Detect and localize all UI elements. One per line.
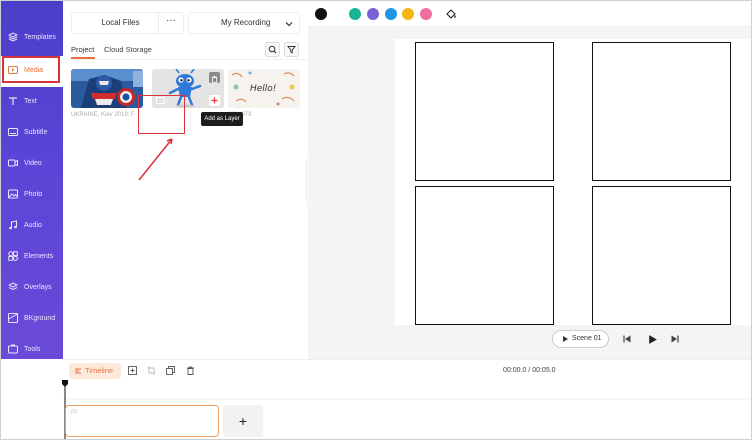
ruler-ticks [63,398,751,400]
color-swatch-teal[interactable] [349,8,361,20]
media-panel: Local Files ··· My Recording Project Clo… [63,1,308,359]
sidebar-item-video[interactable]: Video [1,149,63,180]
tools-icon [8,344,18,354]
play-small-icon [563,336,568,342]
elements-icon [8,251,18,261]
tab-cloud-storage[interactable]: Cloud Storage [104,45,152,54]
color-swatch-yellow[interactable] [402,8,414,20]
background-icon [8,313,18,323]
sidebar-item-templates[interactable]: Templates [1,23,63,54]
subtitle-icon [8,128,18,136]
sidebar-item-background[interactable]: BKground [1,304,63,335]
color-swatch-white[interactable] [332,8,344,20]
more-options-button[interactable]: ··· [158,12,184,34]
clip-label: (0) [71,409,78,415]
sidebar-item-label: Photo [24,191,43,198]
media-thumbnail-1[interactable] [71,69,143,108]
skip-back-icon[interactable] [622,334,632,344]
filter-icon [287,46,296,54]
search-button[interactable] [265,42,280,57]
comic-canvas[interactable] [395,39,751,325]
skip-forward-icon[interactable] [670,334,680,344]
comic-panel-3[interactable] [415,186,554,325]
color-swatch-purple[interactable] [367,8,379,20]
video-icon [8,159,18,167]
comic-panel-2[interactable] [592,42,731,181]
sidebar-item-photo[interactable]: Photo [1,180,63,211]
sidebar-item-subtitle[interactable]: Subtitle [1,118,63,149]
sidebar-item-label: Video [24,160,42,167]
timeline-label: Timeline [85,366,114,375]
superhero-image [71,69,143,108]
crop-icon[interactable] [147,366,156,375]
media-thumbnail-3[interactable]: Hello! [228,69,300,108]
media-icon [8,66,18,74]
sidebar-item-label: Overlays [24,284,52,291]
audio-icon [9,220,17,230]
sidebar-item-media[interactable]: Media [1,56,63,87]
sidebar-item-label: Elements [24,253,54,260]
comic-panel-4[interactable] [592,186,731,325]
scene-selector-button[interactable]: Scene 01 [552,330,609,348]
fill-bucket-icon[interactable] [445,8,457,20]
timecode: 00:00.0 / 00:05.0 [503,367,556,374]
timeline-ruler[interactable] [63,381,751,401]
timeline-clip[interactable]: (0) [65,405,219,437]
timeline-toolbar: Timeline 00:00.0 / 00:05.0 [63,359,751,381]
add-media-button[interactable] [209,95,220,106]
sidebar-item-text[interactable]: Text [1,87,63,118]
plus-icon [211,97,218,104]
timeline-left-gutter [1,359,63,439]
text-icon [9,97,17,105]
color-toolbar [308,1,751,27]
search-icon [268,45,277,54]
svg-text:Hello!: Hello! [250,84,276,94]
my-recording-dropdown[interactable]: My Recording [188,12,300,34]
copy-icon[interactable] [166,366,175,375]
overlays-icon [8,282,18,291]
sidebar-item-label: Subtitle [24,129,48,136]
play-icon[interactable] [647,334,658,345]
hello-doodle-image: Hello! [228,69,300,108]
tooltip-highlight-box [138,95,185,134]
timeline-toggle-button[interactable]: Timeline [69,363,121,379]
add-as-layer-tooltip: Add as Layer [201,112,243,126]
sidebar-item-label: Text [24,98,37,105]
trash-icon [211,76,218,83]
split-icon[interactable] [128,366,137,375]
scene-label: Scene 01 [572,335,602,342]
tab-divider [63,59,308,60]
timeline-icon [75,368,81,374]
tab-project[interactable]: Project [71,45,94,54]
sidebar-item-overlays[interactable]: Overlays [1,273,63,304]
filter-button[interactable] [284,42,299,57]
canvas-area: Scene 01 [308,1,751,359]
left-sidebar: Templates Media Text Subtitle Video Phot… [1,1,63,359]
sidebar-item-label: Audio [24,222,42,229]
color-swatch-black[interactable] [315,8,327,20]
chevron-down-icon [285,22,293,27]
annotation-arrow [138,138,173,181]
color-swatch-pink[interactable] [420,8,432,20]
comic-panel-1[interactable] [415,42,554,181]
photo-icon [8,189,18,199]
media-caption-1: UKRAINE, Kiev 2019: F [71,112,135,118]
templates-icon [8,32,18,42]
sidebar-item-audio[interactable]: Audio [1,211,63,242]
delete-media-button[interactable] [209,72,220,83]
local-files-button[interactable]: Local Files [71,12,170,34]
sidebar-item-label: Tools [24,346,41,353]
sidebar-item-label: Media [24,67,44,74]
app-window: Templates Media Text Subtitle Video Phot… [0,0,752,440]
sidebar-item-label: BKground [24,315,56,322]
color-swatch-blue[interactable] [385,8,397,20]
sidebar-item-label: Templates [24,34,56,41]
delete-icon[interactable] [186,366,195,375]
sidebar-item-elements[interactable]: Elements [1,242,63,273]
add-track-button[interactable]: + [223,405,263,437]
my-recording-label: My Recording [221,18,271,27]
